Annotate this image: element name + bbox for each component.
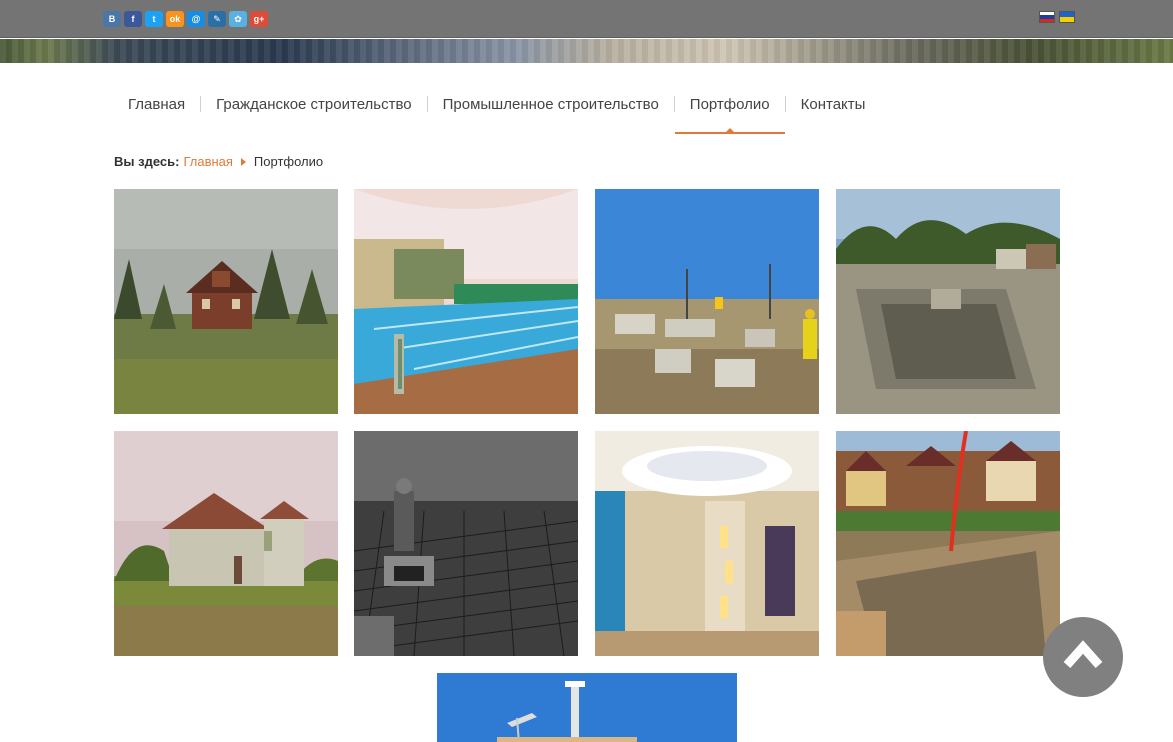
mailru-icon[interactable]: @ <box>187 11 205 27</box>
breadcrumb-home-link[interactable]: Главная <box>183 154 232 169</box>
photo-crane-tower[interactable] <box>437 673 737 742</box>
photo-interior-ceiling[interactable] <box>595 431 819 656</box>
photo-brick-house[interactable] <box>114 431 338 656</box>
nav-item-home[interactable]: Главная <box>113 92 200 134</box>
twitter-icon[interactable]: t <box>145 11 163 27</box>
moimir-icon[interactable]: ✿ <box>229 11 247 27</box>
livejournal-icon[interactable]: ✎ <box>208 11 226 27</box>
photo-rebar-work[interactable] <box>354 431 578 656</box>
nav-item-industrial-construction[interactable]: Промышленное строительство <box>428 92 674 134</box>
odnoklassniki-icon[interactable]: ok <box>166 11 184 27</box>
vkontakte-icon[interactable]: В <box>103 11 121 27</box>
breadcrumb: Вы здесь: Главная Портфолио <box>114 154 323 169</box>
nav-item-civil-construction[interactable]: Гражданское строительство <box>201 92 427 134</box>
breadcrumb-arrow-icon <box>240 157 246 166</box>
facebook-icon[interactable]: f <box>124 11 142 27</box>
photo-concrete-pump[interactable] <box>836 431 1060 656</box>
nav-item-contacts[interactable]: Контакты <box>786 92 881 134</box>
scroll-to-top-button[interactable] <box>1043 617 1123 697</box>
social-share-bar: Вf t ok @ ✎ ✿ g+ <box>103 11 268 27</box>
top-bar: Вf t ok @ ✎ ✿ g+ <box>0 0 1173 38</box>
breadcrumb-label: Вы здесь: <box>114 154 180 169</box>
header-banner-image <box>0 39 1173 63</box>
googleplus-icon[interactable]: g+ <box>250 11 268 27</box>
photo-wooden-house[interactable] <box>114 189 338 414</box>
chevron-up-icon <box>1063 640 1103 668</box>
breadcrumb-current: Портфолио <box>253 154 324 169</box>
photo-pool-construction[interactable] <box>836 189 1060 414</box>
photo-foundation-site[interactable] <box>595 189 819 414</box>
nav-item-portfolio[interactable]: Портфолио <box>674 92 785 134</box>
photo-indoor-pool[interactable] <box>354 189 578 414</box>
language-switcher <box>1039 11 1075 23</box>
ukrainian-flag-icon[interactable] <box>1059 11 1075 23</box>
main-navigation: Главная Гражданское строительство Промыш… <box>113 92 880 134</box>
russian-flag-icon[interactable] <box>1039 11 1055 23</box>
